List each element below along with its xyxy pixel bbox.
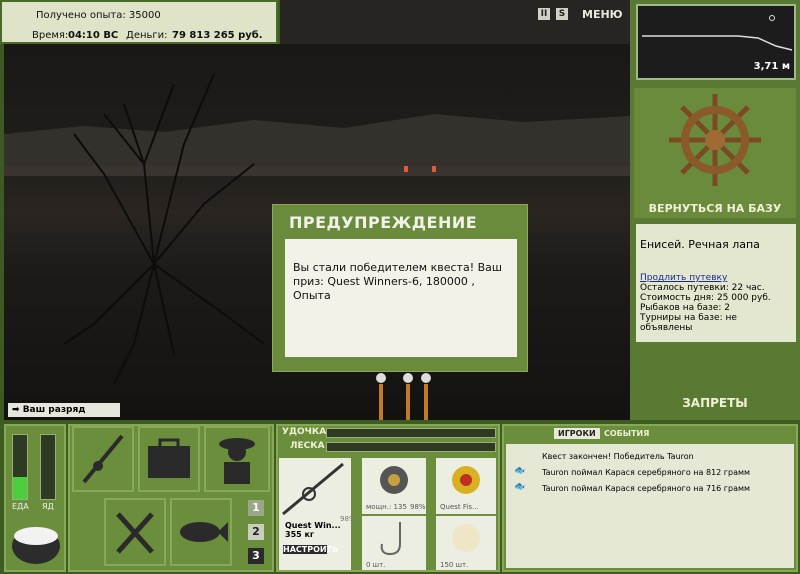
chat-panel: ИГРОКИ СОБЫТИЯ Квест закончен! Победител… [502, 424, 798, 572]
dialog-message: Вы стали победителем квеста! Ваш приз: Q… [293, 261, 502, 302]
dialog-body: Вы стали победителем квеста! Ваш приз: Q… [285, 239, 517, 357]
day-cost: Стоимость дня: 25 000 руб. [640, 293, 771, 303]
reel-icon [380, 466, 408, 494]
food-label: ЕДА [12, 502, 29, 511]
rod-holders-icon [376, 373, 431, 420]
warning-dialog: ПРЕДУПРЕЖДЕНИЕ Вы стали победителем квес… [272, 204, 528, 372]
time-value: 04:10 ВС [68, 30, 119, 41]
hooks-count: 0 шт. [366, 561, 386, 569]
poison-meter [40, 434, 56, 500]
money-label: Деньги: [126, 30, 168, 41]
rod-weight: 355 кг [285, 530, 315, 539]
line-name: Quest Fis... [440, 503, 479, 511]
extend-pass-link[interactable]: Продлить путевку [640, 273, 792, 283]
event-quest-finished: Квест закончен! Победитель Tauron [542, 452, 694, 461]
depth-value: 3,71 м [753, 61, 790, 72]
tackle-box-button[interactable] [138, 426, 200, 492]
rank-up-message[interactable]: ➡ Ваш разряд вырос! [8, 403, 120, 429]
float-left-icon [404, 166, 408, 172]
setup-button[interactable]: НАСТРОИТЬ [283, 545, 338, 554]
rod-percent: 98% [340, 515, 356, 523]
tab-players[interactable]: ИГРОКИ [554, 428, 600, 439]
tackle-box-icon [148, 438, 190, 478]
location-name: Енисей. Речная лапа [640, 238, 760, 251]
fish-icon: 🐟 [514, 466, 526, 476]
fork-knife-icon [116, 512, 154, 554]
character-button[interactable] [204, 426, 270, 492]
event-catch-1: Tauron поймал Карася серебряного на 812 … [542, 468, 751, 477]
poison-label: ЯД [42, 502, 54, 511]
fisherman-icon [219, 438, 255, 484]
pass-remaining: Осталось путевки: 22 час. [640, 283, 765, 293]
top-bar [280, 0, 630, 44]
fish-cage-button[interactable] [170, 498, 232, 566]
slot-3-button[interactable]: 3 [248, 548, 264, 564]
tab-events[interactable]: СОБЫТИЯ [602, 428, 651, 439]
slot-2-button[interactable]: 2 [248, 524, 264, 540]
base-info: Енисей. Речная лапа Продлить путевку Ост… [636, 224, 796, 342]
food-meter [12, 434, 28, 500]
time-label: Время: [32, 30, 69, 41]
tournaments-info: Турниры на базе: не объявлены [640, 313, 737, 333]
ship-wheel-icon [669, 94, 761, 186]
food-meter-fill [13, 476, 27, 499]
money-value: 79 813 265 руб. [172, 30, 263, 41]
player-info-panel: Получено опыта: 35000 Время: 04:10 ВС Де… [0, 0, 278, 44]
return-to-base-label: ВЕРНУТЬСЯ НА БАЗУ [648, 202, 782, 215]
bait-count: 150 шт. [440, 561, 469, 569]
experience-text: Получено опыта: 35000 [36, 10, 161, 21]
menu-button[interactable]: МЕНЮ [582, 8, 623, 21]
line-slot[interactable]: Quest Fis... [436, 458, 496, 514]
bait-slot[interactable]: 150 шт. [436, 516, 496, 570]
rod-tension-label: УДОЧКА [282, 427, 327, 437]
event-catch-2: Tauron поймал Карася серебряного на 716 … [542, 484, 751, 493]
meters-panel: ЕДА ЯД [4, 424, 66, 572]
rod-reel-icon [282, 462, 344, 516]
events-list: Квест закончен! Победитель Tauron 🐟 Taur… [506, 444, 794, 568]
line-tension-label: ЛЕСКА [290, 441, 325, 451]
fish-icon: 🐟 [514, 482, 526, 492]
pause-button[interactable]: II [538, 8, 550, 20]
fishers-count: Рыбаков на базе: 2 [640, 303, 730, 313]
hook-slot[interactable]: 0 шт. [362, 516, 426, 570]
line-tension-bar [326, 442, 496, 452]
rod-icon [82, 434, 124, 484]
dialog-title: ПРЕДУПРЕЖДЕНИЕ [289, 213, 478, 232]
rod-slot[interactable]: Quest Win... 355 кг НАСТРОИТЬ [279, 458, 351, 570]
reel-percent: 98% [410, 503, 426, 511]
bans-button[interactable]: ЗАПРЕТЫ [634, 390, 796, 416]
sound-button[interactable]: S [556, 8, 568, 20]
ship-wheel-button[interactable]: ВЕРНУТЬСЯ НА БАЗУ [634, 88, 796, 218]
slot-1-button[interactable]: 1 [248, 500, 264, 516]
rod-tension-bar [326, 428, 496, 438]
float-right-icon [432, 166, 436, 172]
eat-button[interactable] [104, 498, 166, 566]
arrow-icon: ➡ [12, 405, 20, 415]
pot-icon[interactable] [8, 514, 64, 568]
depth-map[interactable]: 3,71 м [636, 4, 796, 80]
rod-select-button[interactable] [72, 426, 134, 492]
bait-icon [452, 524, 480, 552]
line-spool-icon [452, 466, 480, 494]
fish-icon [180, 522, 228, 542]
hook-icon [380, 522, 401, 556]
